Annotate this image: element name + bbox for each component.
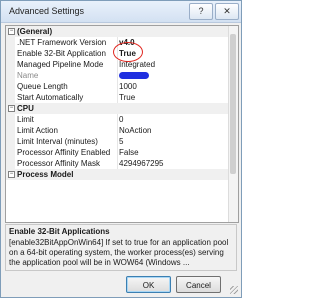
property-row[interactable]: Start Automatically True	[6, 92, 228, 103]
property-name: Limit Interval (minutes)	[17, 137, 98, 146]
column-divider[interactable]	[117, 81, 118, 92]
category-label: Process Model	[17, 170, 74, 179]
row-gutter	[6, 48, 15, 59]
column-divider[interactable]	[117, 59, 118, 70]
property-row[interactable]: Managed Pipeline Mode Integrated	[6, 59, 228, 70]
property-value[interactable]: True	[119, 92, 227, 103]
property-row[interactable]: Limit 0	[6, 114, 228, 125]
property-name: Queue Length	[17, 82, 68, 91]
row-gutter	[6, 81, 15, 92]
window-title: Advanced Settings	[9, 6, 85, 16]
property-value[interactable]: NoAction	[119, 125, 227, 136]
column-divider[interactable]	[117, 158, 118, 169]
scrollbar-thumb[interactable]	[230, 34, 236, 174]
row-gutter	[6, 136, 15, 147]
property-name: .NET Framework Version	[17, 38, 107, 47]
property-value[interactable]: False	[119, 147, 227, 158]
row-gutter	[6, 92, 15, 103]
property-value[interactable]: 0	[119, 114, 227, 125]
description-title: Enable 32-Bit Applications	[9, 227, 110, 236]
row-gutter	[6, 158, 15, 169]
property-grid-rows: − (General) .NET Framework Version v4.0 Enab…	[6, 26, 228, 180]
property-name: Start Automatically	[17, 93, 84, 102]
property-grid[interactable]: − (General) .NET Framework Version v4.0 Enab…	[5, 25, 239, 223]
description-panel: Enable 32-Bit Applications [enable32BitA…	[5, 224, 237, 271]
property-name: Limit Action	[17, 126, 58, 135]
property-row[interactable]: Limit Interval (minutes) 5	[6, 136, 228, 147]
property-name: Limit	[17, 115, 34, 124]
column-divider[interactable]	[117, 48, 118, 59]
property-row[interactable]: Queue Length 1000	[6, 81, 228, 92]
row-gutter	[6, 59, 15, 70]
property-value[interactable]: 4294967295	[119, 158, 227, 169]
row-gutter	[6, 125, 15, 136]
advanced-settings-dialog: Advanced Settings ? ✕ − (General) .NET Fra…	[0, 0, 242, 298]
help-icon: ?	[198, 6, 204, 16]
property-row[interactable]: Processor Affinity Mask 4294967295	[6, 158, 228, 169]
property-value[interactable]: 1000	[119, 81, 227, 92]
property-row[interactable]: Enable 32-Bit Application True	[6, 42, 228, 62]
property-name: Enable 32-Bit Application	[17, 49, 106, 58]
cancel-button[interactable]: Cancel	[176, 276, 221, 293]
collapse-icon[interactable]: −	[8, 28, 15, 35]
property-grid-scrollbar[interactable]	[228, 26, 238, 222]
property-row[interactable]: Limit Action NoAction	[6, 125, 228, 136]
collapse-icon[interactable]: −	[8, 105, 15, 112]
category-label: CPU	[17, 104, 34, 113]
property-name: Managed Pipeline Mode	[17, 60, 104, 69]
column-divider[interactable]	[117, 92, 118, 103]
close-icon: ✕	[223, 6, 231, 16]
property-name: Processor Affinity Mask	[17, 159, 100, 168]
property-value[interactable]: Integrated	[119, 59, 227, 70]
column-divider[interactable]	[117, 37, 118, 48]
property-row[interactable]: Name	[6, 70, 228, 81]
property-value[interactable]: v4.0	[119, 37, 227, 48]
row-gutter	[6, 147, 15, 158]
column-divider[interactable]	[117, 125, 118, 136]
column-divider[interactable]	[117, 70, 118, 81]
column-divider[interactable]	[117, 136, 118, 147]
description-body: [enable32BitAppOnWin64] If set to true f…	[9, 238, 229, 267]
category-row[interactable]: − CPU	[6, 103, 228, 114]
row-gutter	[6, 70, 15, 81]
property-value[interactable]: True	[119, 48, 227, 59]
redaction-scribble	[119, 72, 149, 79]
property-name: Processor Affinity Enabled	[17, 148, 111, 157]
resize-grip-icon[interactable]	[230, 286, 238, 294]
help-button[interactable]: ?	[189, 3, 213, 20]
property-value[interactable]: 5	[119, 136, 227, 147]
row-gutter	[6, 114, 15, 125]
property-row[interactable]: Processor Affinity Enabled False	[6, 147, 228, 158]
ok-button[interactable]: OK	[126, 276, 171, 293]
property-name: Name	[17, 71, 39, 80]
row-gutter	[6, 37, 15, 48]
column-divider[interactable]	[117, 147, 118, 158]
close-button[interactable]: ✕	[215, 3, 239, 20]
column-divider[interactable]	[117, 114, 118, 125]
category-label: (General)	[17, 27, 53, 36]
category-row[interactable]: − Process Model	[6, 169, 228, 180]
category-row[interactable]: − (General)	[6, 26, 228, 37]
collapse-icon[interactable]: −	[8, 171, 15, 178]
property-row[interactable]: .NET Framework Version v4.0	[6, 37, 228, 48]
title-bar: Advanced Settings ? ✕	[1, 1, 241, 23]
